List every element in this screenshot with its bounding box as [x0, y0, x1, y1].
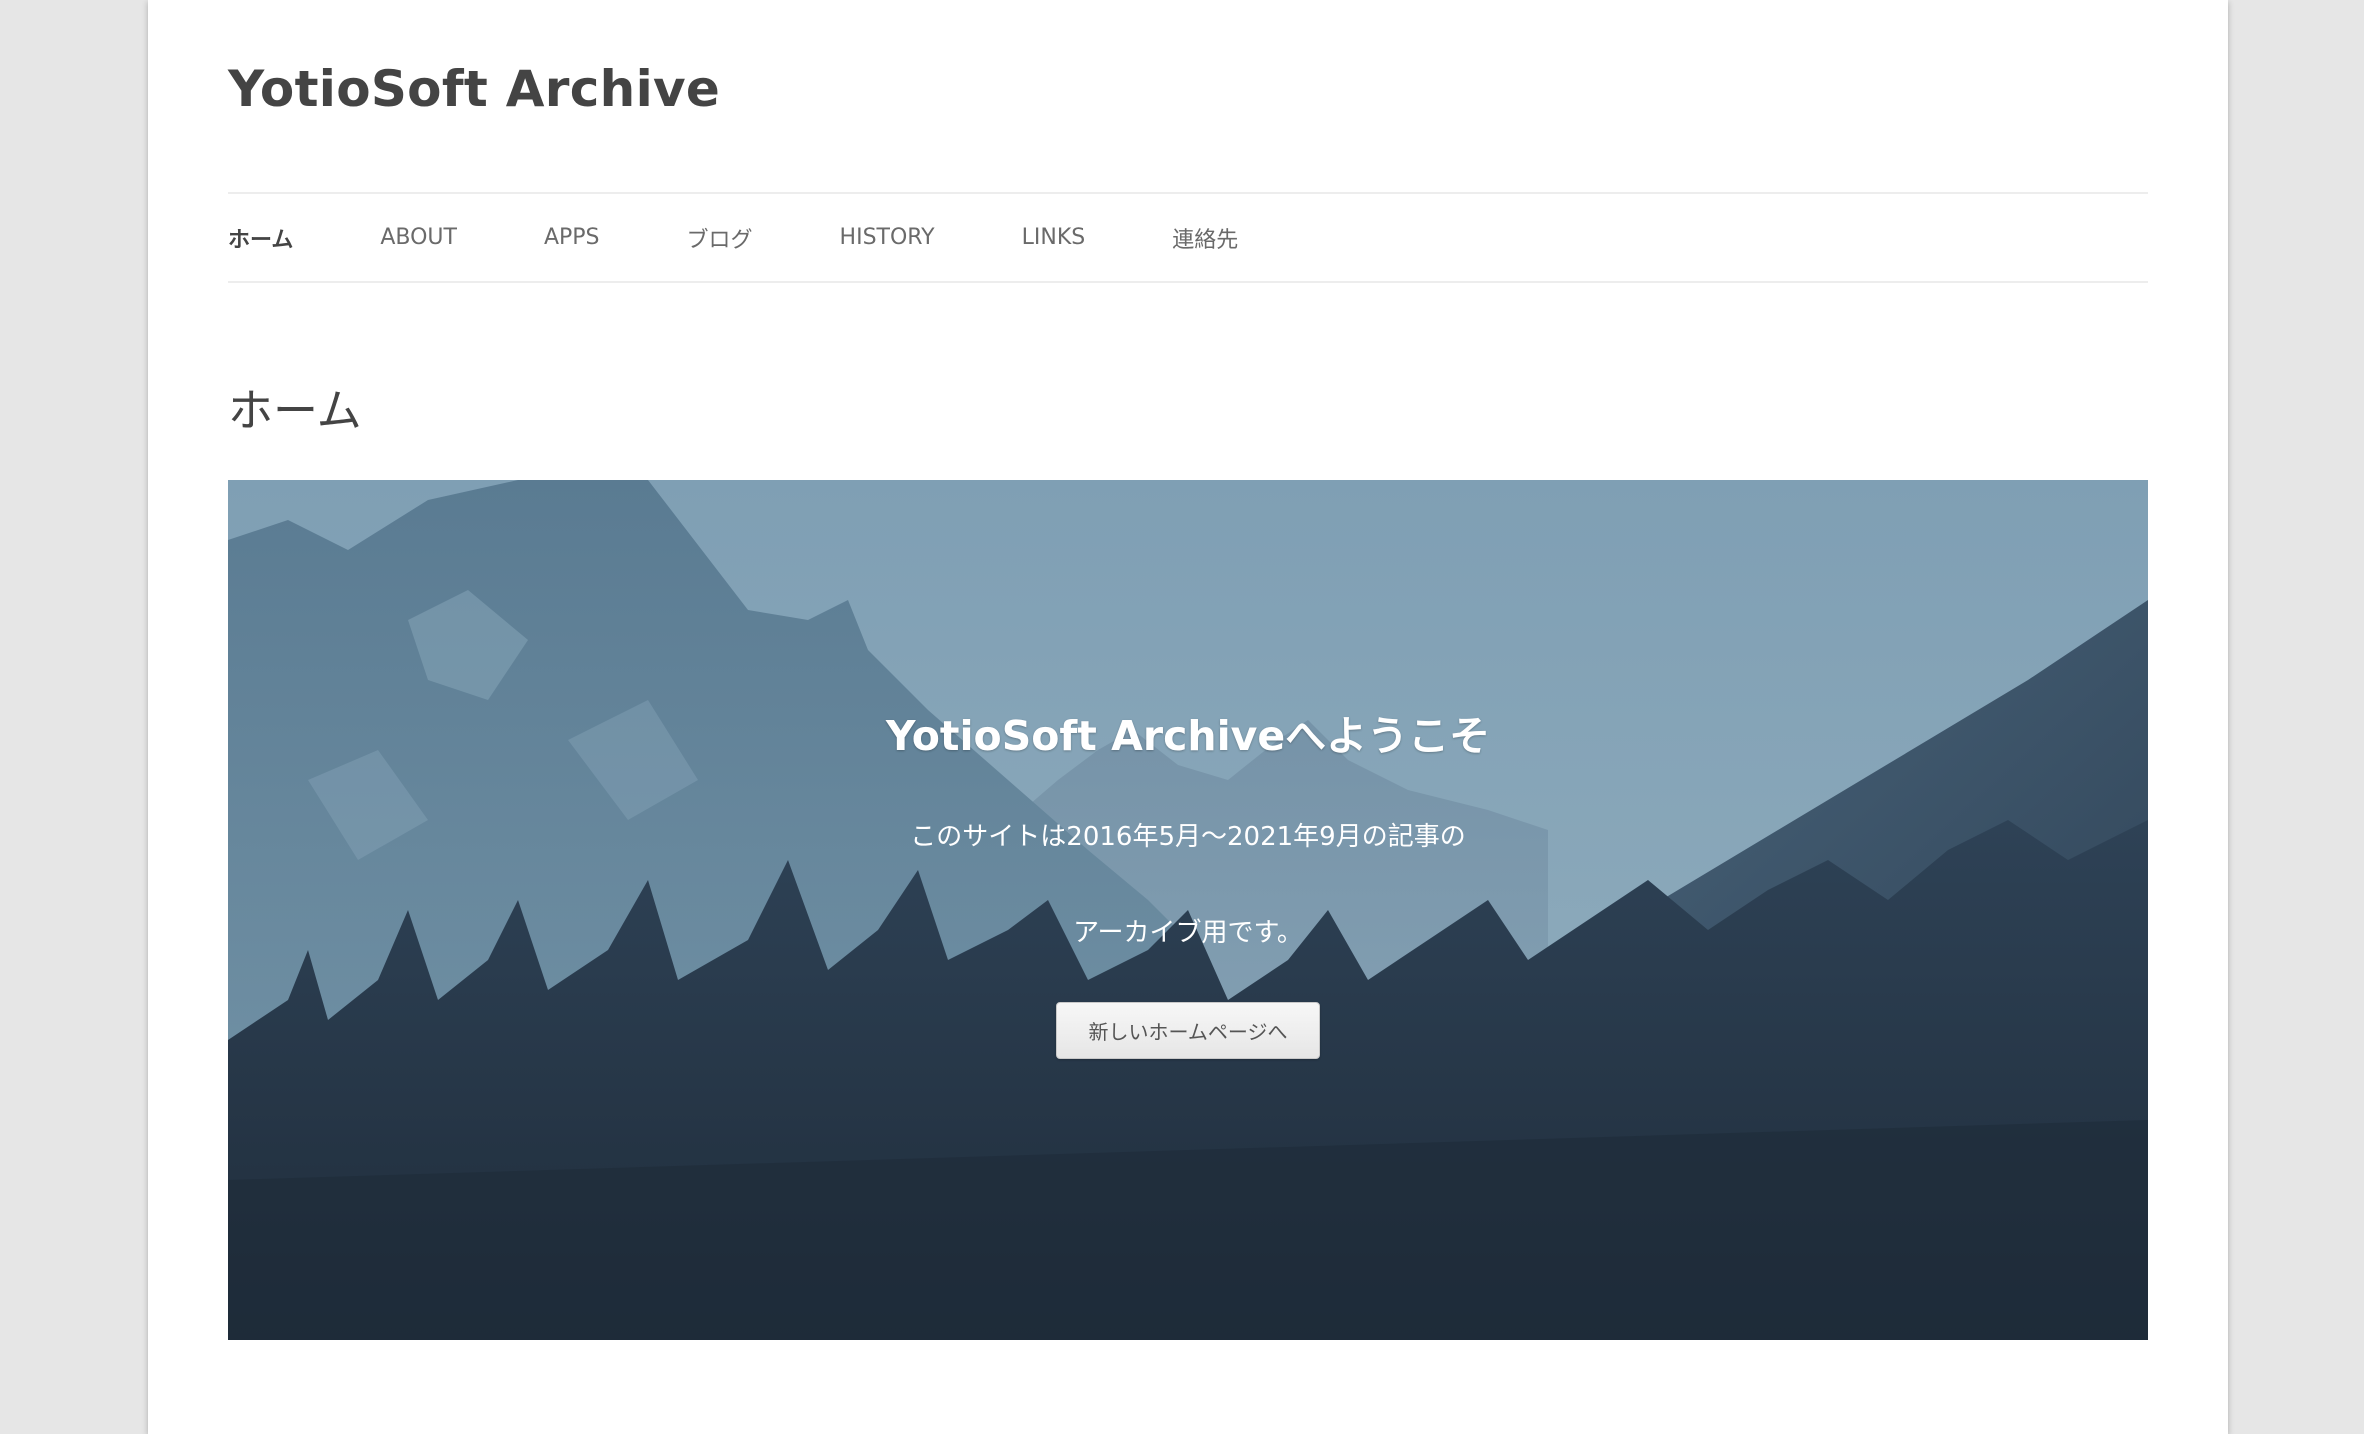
- hero-description-line-2: アーカイブ用です。: [1073, 918, 1303, 948]
- hero-banner: YotioSoft Archiveへようこそ このサイトは2016年5月〜202…: [228, 480, 2148, 1340]
- main-navigation: ホーム ABOUT APPS ブログ HISTORY LINKS 連絡先: [228, 192, 2148, 283]
- hero-content: YotioSoft Archiveへようこそ このサイトは2016年5月〜202…: [228, 480, 2148, 1340]
- new-homepage-button[interactable]: 新しいホームページへ: [1056, 1002, 1320, 1059]
- page-title: ホーム: [228, 384, 362, 437]
- nav-item-apps[interactable]: APPS: [544, 225, 600, 250]
- nav-item-home[interactable]: ホーム: [228, 222, 293, 254]
- nav-item-about[interactable]: ABOUT: [380, 225, 457, 250]
- nav-item-links[interactable]: LINKS: [1022, 225, 1086, 250]
- site-title-link[interactable]: YotioSoft Archive: [228, 60, 720, 118]
- nav-item-blog[interactable]: ブログ: [687, 222, 753, 254]
- site-container: YotioSoft Archive ホーム ABOUT APPS ブログ HIS…: [148, 0, 2228, 1434]
- nav-item-contact[interactable]: 連絡先: [1172, 222, 1238, 254]
- hero-description-line-1: このサイトは2016年5月〜2021年9月の記事の: [910, 822, 1466, 852]
- hero-heading: YotioSoft Archiveへようこそ: [885, 712, 1491, 760]
- nav-item-history[interactable]: HISTORY: [840, 225, 935, 250]
